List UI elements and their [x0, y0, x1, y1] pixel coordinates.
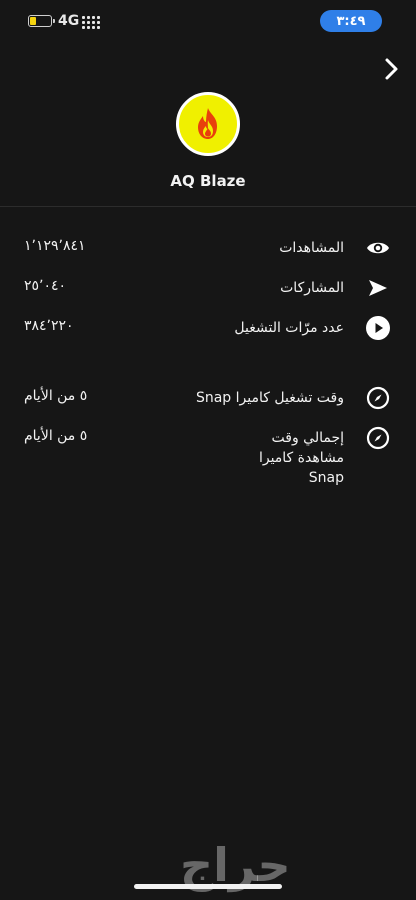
play-icon: [366, 316, 390, 340]
home-indicator[interactable]: [134, 884, 282, 889]
network-type: 4G: [58, 13, 80, 29]
status-bar: 4G ٣:٤٩: [0, 0, 416, 44]
stat-value: ٥ من الأيام: [24, 388, 88, 404]
stat-label: عدد مرّات التشغيل: [234, 320, 344, 336]
stat-value: ٥ من الأيام: [24, 428, 88, 444]
battery-icon: [28, 15, 55, 27]
chevron-right-icon[interactable]: [382, 56, 402, 82]
stat-label: المشاهدات: [279, 240, 344, 256]
signal-icon: [82, 14, 102, 30]
divider: [0, 206, 416, 207]
profile-name: AQ Blaze: [170, 172, 246, 190]
stat-value: ١٬١٢٩٬٨٤١: [24, 238, 86, 254]
avatar[interactable]: [176, 92, 240, 156]
stat-value: ٣٨٤٬٢٢٠: [24, 318, 74, 334]
eye-icon: [366, 236, 390, 260]
compass-icon: [366, 426, 390, 450]
stat-label: المشاركات: [280, 280, 344, 296]
status-time: ٣:٤٩: [320, 10, 382, 32]
stat-label: إجمالي وقت مشاهدة كاميرا Snap: [258, 430, 344, 486]
send-arrow-icon: [366, 276, 390, 300]
stat-value: ٢٥٬٠٤٠: [24, 278, 67, 294]
compass-icon: [366, 386, 390, 410]
stat-label: وقت تشغيل كاميرا Snap: [195, 390, 344, 406]
fire-icon: [198, 108, 217, 139]
